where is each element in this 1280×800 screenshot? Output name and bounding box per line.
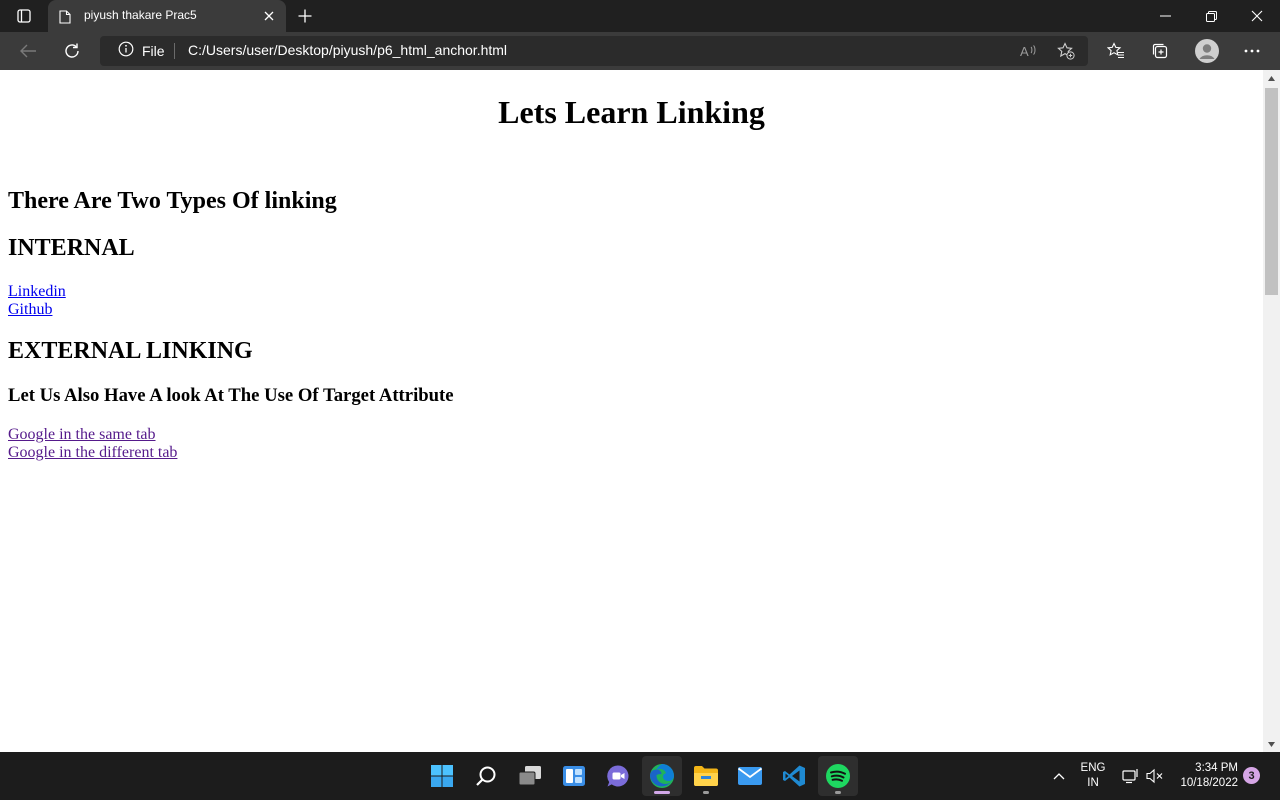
address-bar[interactable]: File C:/Users/user/Desktop/piyush/p6_htm… [100,36,1088,66]
close-tab-icon[interactable] [262,9,276,23]
types-heading: There Are Two Types Of linking [8,188,337,214]
language-region: IN [1087,777,1099,789]
running-indicator [703,791,709,794]
google-different-tab-link[interactable]: Google in the different tab [8,444,177,462]
info-icon [118,41,134,61]
close-window-icon[interactable] [1234,0,1280,32]
task-view-icon[interactable] [510,756,550,796]
edge-icon[interactable] [642,756,682,796]
page-viewport: Lets Learn Linking There Are Two Types O… [0,70,1263,752]
chat-icon[interactable] [598,756,638,796]
address-bar-divider [174,43,175,59]
spotify-icon[interactable] [818,756,858,796]
browser-titlebar: piyush thakare Prac5 [0,0,1280,32]
volume-muted-icon[interactable] [1146,767,1164,785]
url-text[interactable]: C:/Users/user/Desktop/piyush/p6_html_anc… [188,42,507,58]
page-scrollbar[interactable] [1263,70,1280,752]
site-info-button[interactable]: File [118,41,165,61]
restore-icon[interactable] [1188,0,1234,32]
external-heading: EXTERNAL LINKING [8,338,253,364]
system-clock[interactable]: 3:34 PM 10/18/2022 [1170,761,1238,791]
browser-tab[interactable]: piyush thakare Prac5 [48,0,286,32]
scroll-thumb[interactable] [1265,88,1278,295]
profile-avatar-icon[interactable] [1194,38,1220,64]
clock-time: 3:34 PM [1195,762,1238,774]
favorites-icon[interactable] [1104,39,1128,63]
page-title: Lets Learn Linking [498,94,765,130]
chevron-up-icon[interactable] [1050,768,1068,784]
running-indicator [654,791,670,794]
page-icon [59,9,71,28]
windows-start-icon[interactable] [422,756,462,796]
search-icon[interactable] [466,756,506,796]
vscode-icon[interactable] [774,756,814,796]
notification-badge[interactable]: 3 [1243,767,1260,784]
tab-title: piyush thakare Prac5 [84,8,197,22]
github-link[interactable]: Github [8,301,52,319]
site-info-label: File [142,43,165,59]
linkedin-link[interactable]: Linkedin [8,283,66,301]
collections-icon[interactable] [1148,39,1172,63]
windows-taskbar: ENG IN 3:34 PM 10/18/2022 [0,752,1280,800]
scroll-down-arrow-icon[interactable] [1263,736,1280,752]
svg-text:A: A [1020,44,1029,59]
add-favorite-icon[interactable] [1056,41,1076,61]
tab-actions-icon[interactable] [10,6,38,26]
clock-date: 10/18/2022 [1180,777,1238,789]
language-code: ENG [1080,762,1106,774]
back-arrow-icon[interactable] [16,39,40,63]
target-attribute-heading: Let Us Also Have A look At The Use Of Ta… [8,385,454,406]
minimize-icon[interactable] [1142,0,1188,32]
network-icon[interactable] [1122,767,1140,785]
scroll-up-arrow-icon[interactable] [1263,70,1280,86]
refresh-icon[interactable] [60,39,84,63]
new-tab-plus-icon[interactable] [296,7,314,25]
read-aloud-icon[interactable]: A [1018,41,1038,61]
browser-toolbar: File C:/Users/user/Desktop/piyush/p6_htm… [0,32,1280,70]
more-options-icon[interactable] [1240,39,1264,63]
input-language-indicator[interactable]: ENG IN [1078,761,1108,791]
google-same-tab-link[interactable]: Google in the same tab [8,426,156,444]
widgets-icon[interactable] [554,756,594,796]
running-indicator [835,791,841,794]
mail-icon[interactable] [730,756,770,796]
folder-icon[interactable] [686,756,726,796]
internal-heading: INTERNAL [8,235,135,261]
